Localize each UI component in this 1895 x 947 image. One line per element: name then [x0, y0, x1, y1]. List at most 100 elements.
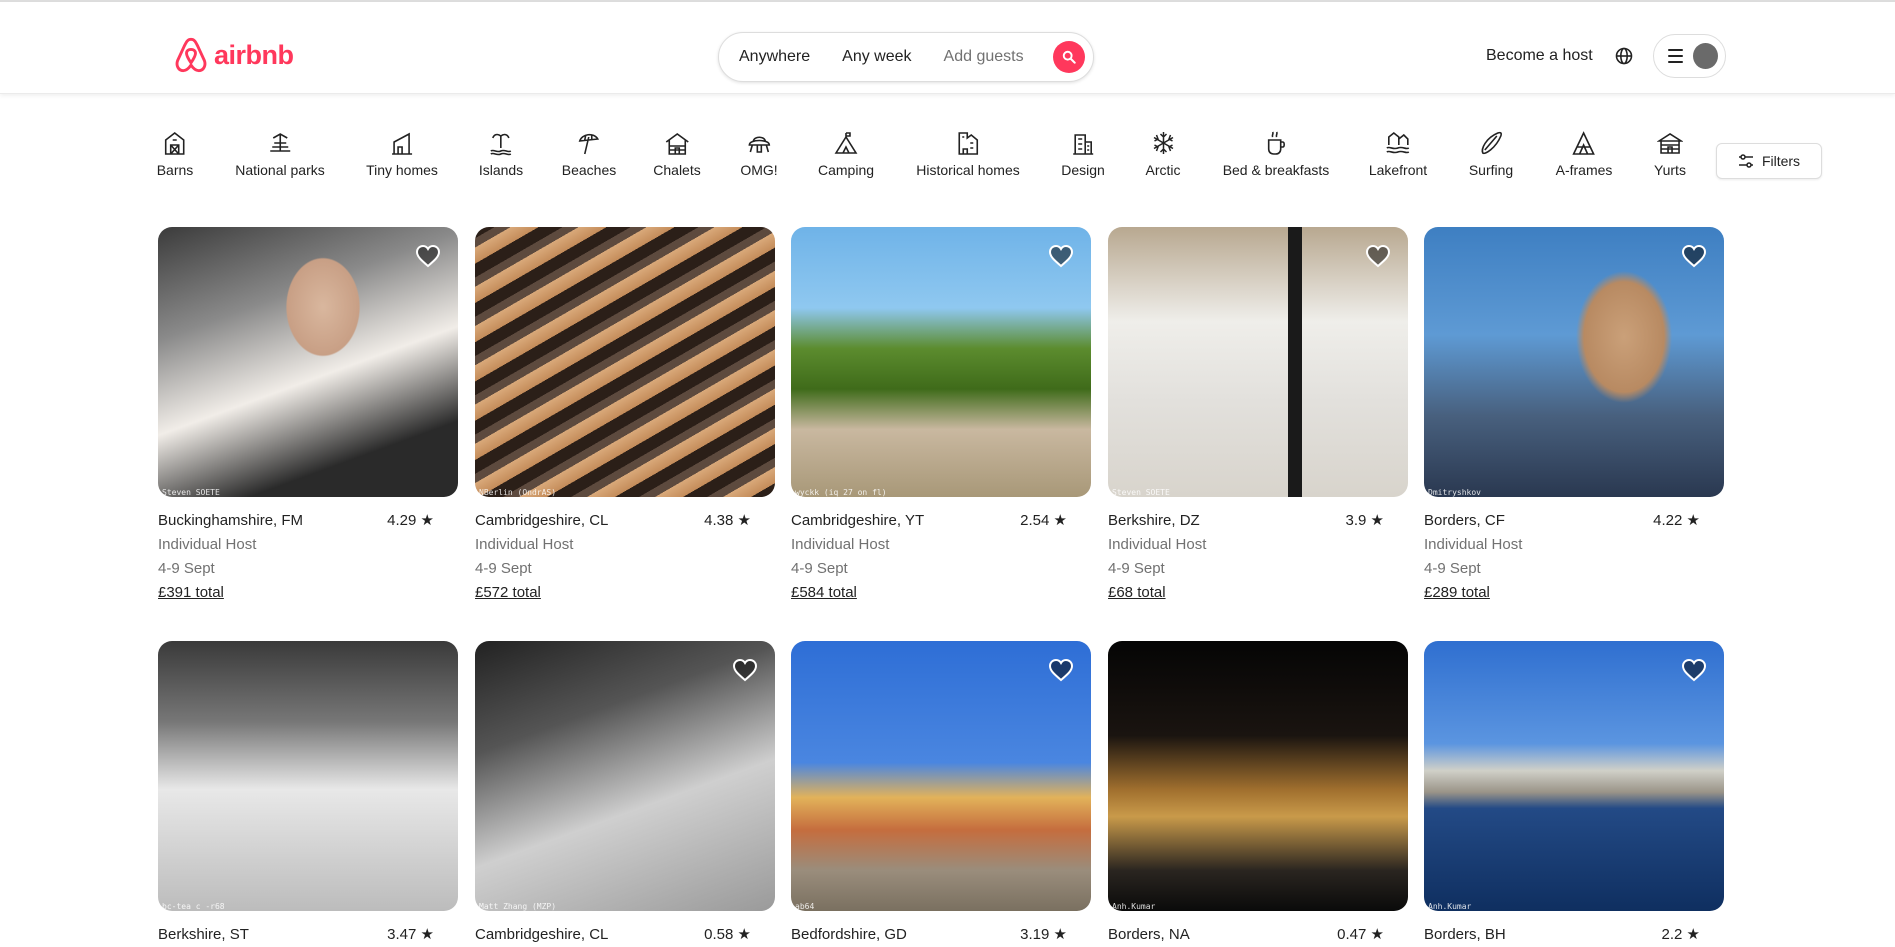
photo-credit: NBerlin (OndrAS): [479, 488, 557, 497]
heart-icon[interactable]: [1680, 656, 1708, 684]
search-icon: [1062, 50, 1076, 64]
search-button[interactable]: [1053, 41, 1085, 73]
category-a-frames[interactable]: A-frames: [1556, 130, 1612, 178]
category-surfing[interactable]: Surfing: [1469, 130, 1513, 178]
hamburger-icon: [1668, 49, 1684, 63]
category-label: Yurts: [1654, 162, 1686, 178]
listing-rating: 3.47 ★: [387, 926, 434, 943]
airbnb-logo[interactable]: airbnb: [173, 36, 294, 74]
a-frame-icon: [1572, 131, 1596, 155]
listing-card[interactable]: Dmitryshkov Borders, CF 4.22 ★ Individua…: [1424, 227, 1724, 605]
listing-info: Bedfordshire, GD 3.19 ★: [791, 923, 1091, 947]
category-islands[interactable]: Islands: [479, 130, 523, 178]
listing-card[interactable]: ab64 Bedfordshire, GD 3.19 ★: [791, 641, 1091, 947]
category-beaches[interactable]: Beaches: [562, 130, 616, 178]
star-icon: ★: [1053, 512, 1067, 529]
category-yurts[interactable]: Yurts: [1654, 130, 1686, 178]
heart-icon[interactable]: [1047, 242, 1075, 270]
star-icon: ★: [1053, 926, 1067, 943]
become-host-link[interactable]: Become a host: [1486, 47, 1593, 65]
listing-host: Individual Host: [475, 536, 574, 553]
listing-card[interactable]: Matt Zhang (MZP) Cambridgeshire, CL 0.58…: [475, 641, 775, 947]
listing-rating: 2.2 ★: [1661, 926, 1700, 943]
category-chalets[interactable]: Chalets: [653, 130, 701, 178]
globe-icon[interactable]: [1614, 46, 1634, 66]
heart-icon[interactable]: [731, 656, 759, 684]
listing-card[interactable]: Steven SOETE Buckinghamshire, FM 4.29 ★ …: [158, 227, 458, 605]
photo-credit: Anh.Kumar: [1428, 902, 1472, 911]
category-label: OMG!: [740, 162, 778, 178]
listing-price[interactable]: £391 total: [158, 581, 458, 605]
listing-photo[interactable]: Anh.Kumar: [1424, 641, 1724, 911]
category-tiny-homes[interactable]: Tiny homes: [366, 130, 438, 178]
listing-rating: 2.54 ★: [1020, 512, 1067, 529]
category-arctic[interactable]: Arctic: [1146, 130, 1181, 178]
listing-info: Berkshire, DZ 3.9 ★ Individual Host 4-9 …: [1108, 509, 1408, 605]
listing-photo[interactable]: Steven SOETE: [1108, 227, 1408, 497]
category-historical-homes[interactable]: Historical homes: [916, 130, 1020, 178]
listing-price[interactable]: £68 total: [1108, 581, 1408, 605]
listing-card[interactable]: Steven SOETE Berkshire, DZ 3.9 ★ Individ…: [1108, 227, 1408, 605]
listing-photo[interactable]: Dmitryshkov: [1424, 227, 1724, 497]
user-menu-button[interactable]: [1653, 34, 1726, 78]
search-anywhere[interactable]: Anywhere: [719, 48, 826, 66]
design-building-icon: [1073, 134, 1093, 155]
heart-icon[interactable]: [414, 242, 442, 270]
heart-icon[interactable]: [1047, 656, 1075, 684]
listing-dates: 4-9 Sept: [1424, 560, 1481, 577]
star-icon: ★: [737, 512, 751, 529]
filters-button[interactable]: Filters: [1716, 143, 1822, 179]
category-barns[interactable]: Barns: [157, 130, 193, 178]
listing-card[interactable]: NBerlin (OndrAS) Cambridgeshire, CL 4.38…: [475, 227, 775, 605]
search-bar[interactable]: Anywhere Any week Add guests: [718, 32, 1094, 82]
listing-host: Individual Host: [791, 536, 890, 553]
category-lakefront[interactable]: Lakefront: [1369, 130, 1427, 178]
listing-info: Berkshire, ST 3.47 ★: [158, 923, 458, 947]
listing-info: Borders, NA 0.47 ★: [1108, 923, 1408, 947]
listing-price[interactable]: £572 total: [475, 581, 775, 605]
category-design[interactable]: Design: [1061, 130, 1105, 178]
listing-card[interactable]: Anh.Kumar Borders, BH 2.2 ★: [1424, 641, 1724, 947]
search-any-week[interactable]: Any week: [826, 48, 927, 66]
listing-photo[interactable]: Matt Zhang (MZP): [475, 641, 775, 911]
heart-icon[interactable]: [1364, 242, 1392, 270]
heart-icon[interactable]: [1680, 242, 1708, 270]
photo-credit: Dmitryshkov: [1428, 488, 1481, 497]
surfboard-icon: [1481, 131, 1503, 155]
star-icon: ★: [1686, 512, 1700, 529]
star-icon: ★: [1370, 512, 1384, 529]
category-national-parks[interactable]: National parks: [235, 130, 325, 178]
listing-price[interactable]: £289 total: [1424, 581, 1724, 605]
barn-icon: [165, 131, 185, 155]
listing-photo[interactable]: wyckk (iq 27 on fl): [791, 227, 1091, 497]
listing-card[interactable]: Anh.Kumar Borders, NA 0.47 ★: [1108, 641, 1408, 947]
listing-photo[interactable]: Anh.Kumar: [1108, 641, 1408, 911]
category-label: Lakefront: [1368, 162, 1428, 178]
category-label: Design: [1061, 162, 1105, 178]
listing-dates: 4-9 Sept: [158, 560, 215, 577]
listing-price[interactable]: £584 total: [791, 581, 1091, 605]
listing-photo[interactable]: Steven SOETE: [158, 227, 458, 497]
coffee-cup-icon: [1268, 131, 1286, 155]
listing-info: Borders, CF 4.22 ★ Individual Host 4-9 S…: [1424, 509, 1724, 605]
listing-rating: 4.22 ★: [1653, 512, 1700, 529]
category-label: Chalets: [653, 162, 701, 178]
search-add-guests[interactable]: Add guests: [928, 48, 1040, 66]
listing-photo[interactable]: NBerlin (OndrAS): [475, 227, 775, 497]
listing-card[interactable]: wyckk (iq 27 on fl) Cambridgeshire, YT 2…: [791, 227, 1091, 605]
snowflake-icon: [1153, 132, 1173, 154]
listing-card[interactable]: bc-tea c -r68 Berkshire, ST 3.47 ★: [158, 641, 458, 947]
camping-icon: [834, 132, 858, 154]
category-camping[interactable]: Camping: [818, 130, 874, 178]
listing-photo[interactable]: bc-tea c -r68: [158, 641, 458, 911]
category-omg[interactable]: OMG!: [740, 130, 778, 178]
listing-info: Cambridgeshire, YT 2.54 ★ Individual Hos…: [791, 509, 1091, 605]
category-label: Historical homes: [916, 162, 1020, 178]
star-icon: ★: [420, 512, 434, 529]
listing-photo[interactable]: ab64: [791, 641, 1091, 911]
category-bed-and-breakfasts[interactable]: Bed & breakfasts: [1223, 130, 1329, 178]
listing-rating: 4.29 ★: [387, 512, 434, 529]
listing-rating: 0.47 ★: [1337, 926, 1384, 943]
category-label: Islands: [478, 162, 524, 178]
chalet-icon: [665, 133, 689, 155]
